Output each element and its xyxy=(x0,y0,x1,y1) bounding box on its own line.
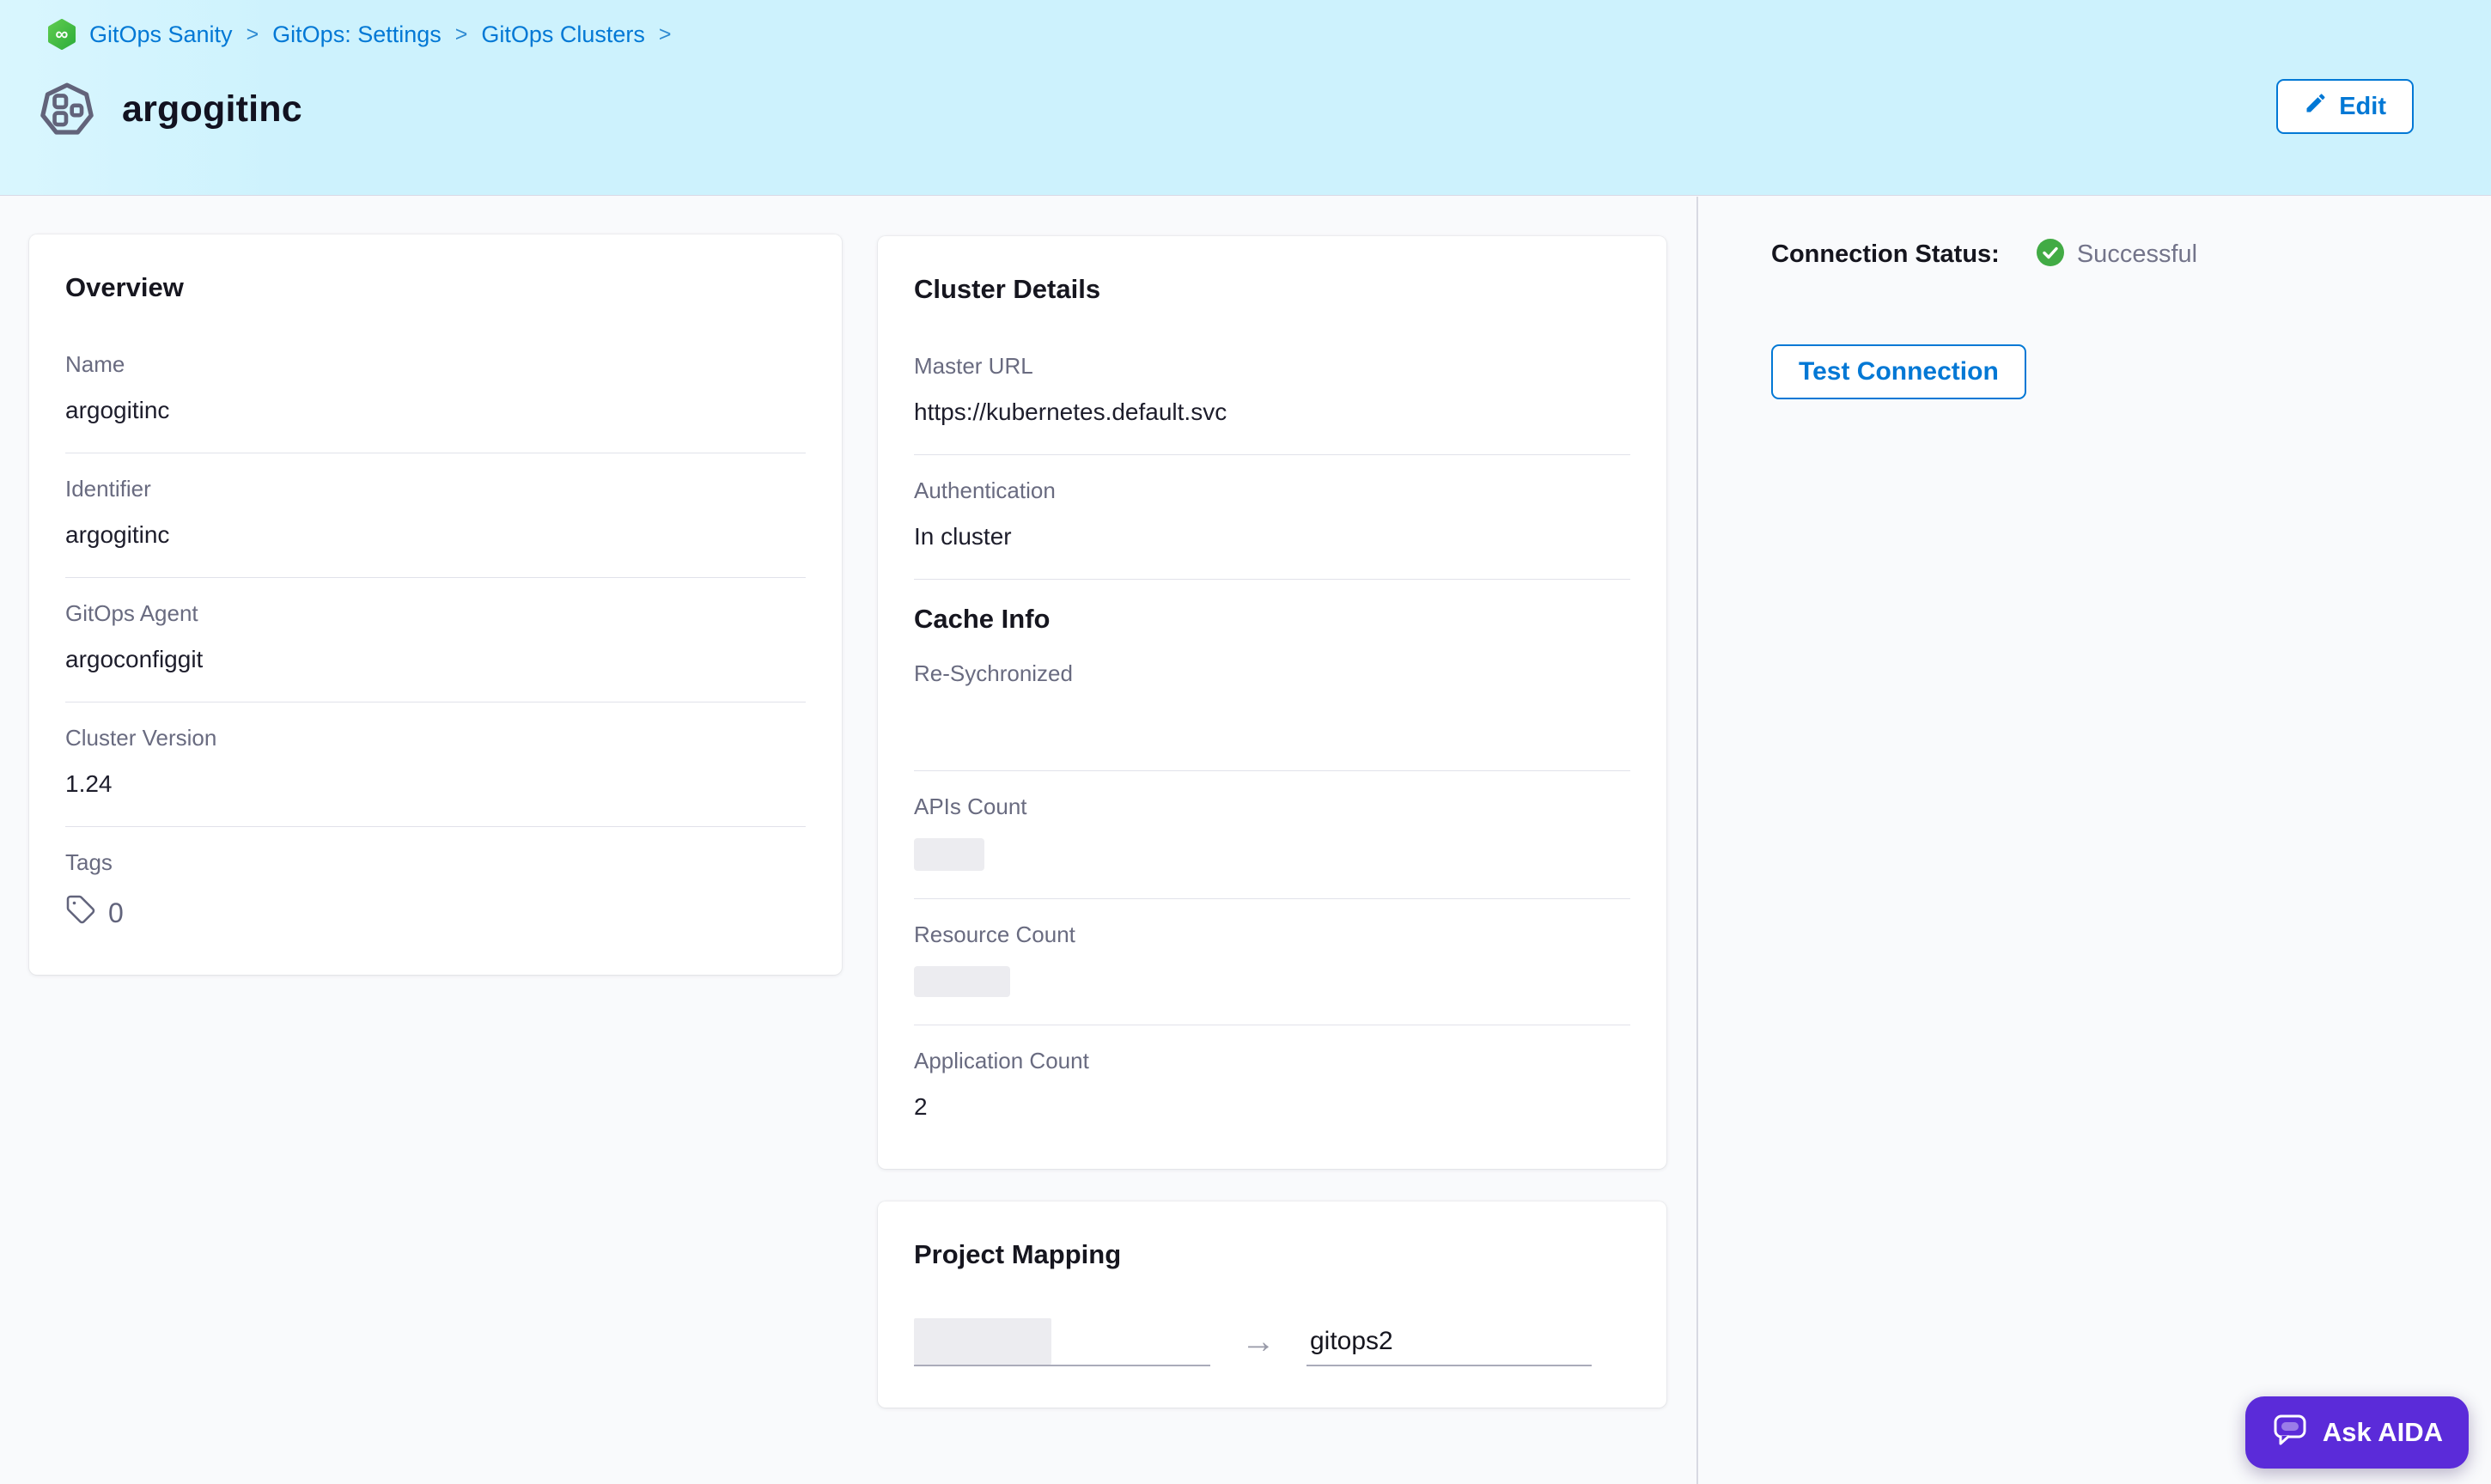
tag-icon xyxy=(65,894,96,932)
loading-skeleton xyxy=(914,966,1010,997)
field-value: 1.24 xyxy=(65,769,806,799)
cluster-field-authentication: Authentication In cluster xyxy=(914,455,1630,580)
field-label: Master URL xyxy=(914,353,1630,379)
field-value-empty xyxy=(914,705,1630,743)
overview-card: Overview Name argogitinc Identifier argo… xyxy=(29,234,842,975)
field-label: Name xyxy=(65,351,806,377)
pencil-icon xyxy=(2304,91,2328,122)
page-header: ∞ GitOps Sanity > GitOps: Settings > Git… xyxy=(0,0,2491,196)
connection-status-row: Connection Status: Successful xyxy=(1771,238,2197,271)
edit-button-label: Edit xyxy=(2339,93,2386,121)
check-circle-icon xyxy=(2036,238,2065,271)
overview-field-identifier: Identifier argogitinc xyxy=(65,453,806,578)
cache-field-apis-count: APIs Count xyxy=(914,771,1630,899)
project-mapping-heading: Project Mapping xyxy=(914,1239,1630,1270)
field-label: Re-Sychronized xyxy=(914,660,1630,686)
connection-status-label: Connection Status: xyxy=(1771,240,2000,269)
field-value: argogitinc xyxy=(65,520,806,550)
cluster-details-card: Cluster Details Master URL https://kuber… xyxy=(878,236,1666,1169)
cache-field-application-count: Application Count 2 xyxy=(914,1025,1630,1149)
field-value: https://kubernetes.default.svc xyxy=(914,398,1630,427)
field-value: In cluster xyxy=(914,522,1630,551)
cache-field-resynchronized: Re-Sychronized xyxy=(914,638,1630,771)
test-connection-label: Test Connection xyxy=(1799,357,1999,386)
field-label: Application Count xyxy=(914,1048,1630,1073)
arrow-right-icon: → xyxy=(1241,1323,1276,1366)
overview-field-agent: GitOps Agent argoconfiggit xyxy=(65,578,806,702)
field-value: 2 xyxy=(914,1092,1630,1122)
ask-aida-button[interactable]: Ask AIDA xyxy=(2245,1396,2469,1469)
breadcrumb: ∞ GitOps Sanity > GitOps: Settings > Git… xyxy=(46,19,673,50)
field-label: APIs Count xyxy=(914,794,1630,819)
breadcrumb-link-settings[interactable]: GitOps: Settings xyxy=(272,20,442,49)
tags-count: 0 xyxy=(108,897,124,929)
cluster-details-heading: Cluster Details xyxy=(914,274,1630,305)
cluster-heptagon-icon xyxy=(40,82,94,137)
loading-skeleton xyxy=(914,838,984,871)
overview-field-tags: Tags 0 xyxy=(65,827,806,959)
field-label: Resource Count xyxy=(914,921,1630,947)
field-label: Authentication xyxy=(914,477,1630,503)
cache-field-resource-count: Resource Count xyxy=(914,899,1630,1025)
breadcrumb-link-project[interactable]: GitOps Sanity xyxy=(89,20,233,49)
field-label: Cluster Version xyxy=(65,725,806,751)
field-label: Tags xyxy=(65,849,806,875)
mapping-target-value: gitops2 xyxy=(1306,1327,1592,1366)
panel-divider xyxy=(1696,197,1698,1484)
test-connection-button[interactable]: Test Connection xyxy=(1771,344,2026,399)
breadcrumb-separator: > xyxy=(245,20,261,49)
field-value: argoconfiggit xyxy=(65,645,806,674)
chat-bubble-icon xyxy=(2271,1410,2309,1455)
overview-field-name: Name argogitinc xyxy=(65,329,806,453)
gitops-infinity-icon: ∞ xyxy=(46,19,77,50)
ask-aida-label: Ask AIDA xyxy=(2323,1417,2443,1448)
breadcrumb-link-clusters[interactable]: GitOps Clusters xyxy=(481,20,645,49)
connection-status-badge: Successful xyxy=(2036,238,2197,271)
page-title: argogitinc xyxy=(122,81,302,137)
cache-info-heading: Cache Info xyxy=(914,604,1630,635)
connection-status-value: Successful xyxy=(2077,240,2197,269)
breadcrumb-separator: > xyxy=(454,20,470,49)
overview-field-version: Cluster Version 1.24 xyxy=(65,702,806,827)
field-value: argogitinc xyxy=(65,396,806,425)
cluster-field-master-url: Master URL https://kubernetes.default.sv… xyxy=(914,331,1630,455)
tags-badge: 0 xyxy=(65,894,806,932)
overview-heading: Overview xyxy=(65,272,806,303)
main-content: Overview Name argogitinc Identifier argo… xyxy=(0,197,2491,1484)
loading-skeleton xyxy=(914,1318,1051,1365)
field-label: Identifier xyxy=(65,476,806,502)
field-label: GitOps Agent xyxy=(65,600,806,626)
mapping-source-field xyxy=(914,1318,1210,1366)
project-mapping-row: → gitops2 xyxy=(914,1318,1630,1366)
svg-text:∞: ∞ xyxy=(56,25,69,45)
breadcrumb-separator: > xyxy=(657,20,673,49)
project-mapping-card: Project Mapping → gitops2 xyxy=(878,1201,1666,1408)
edit-button[interactable]: Edit xyxy=(2276,79,2414,134)
